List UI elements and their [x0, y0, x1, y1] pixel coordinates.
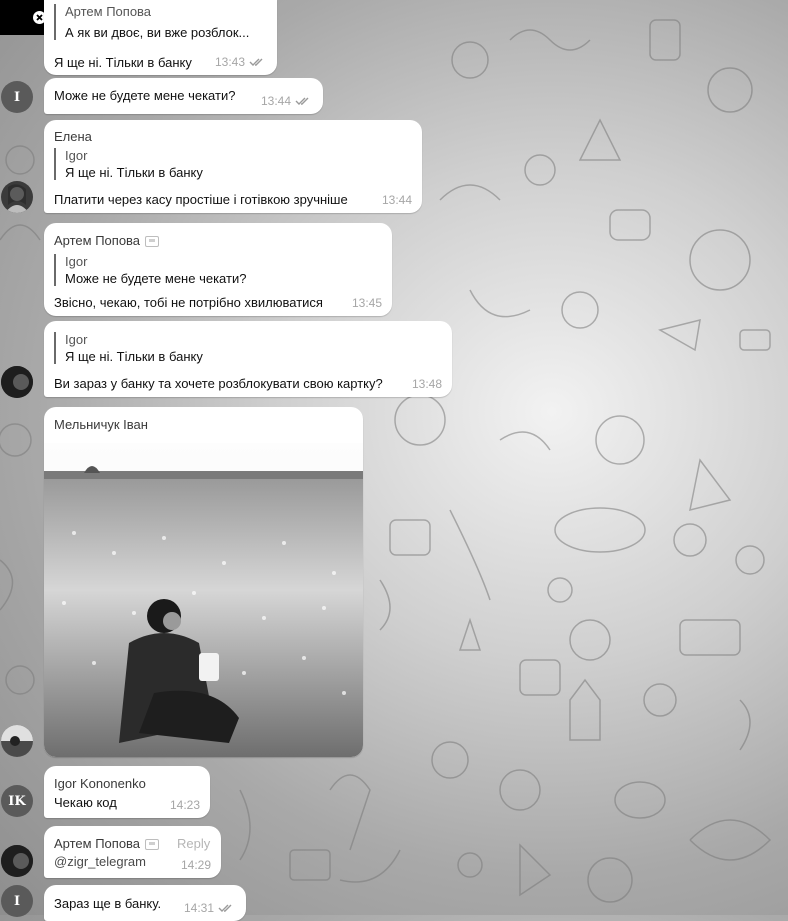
double-check-icon — [218, 904, 232, 912]
reply-author: Артем Попова — [65, 4, 152, 19]
reply-quote[interactable]: Igor Може не будете мене чекати? — [54, 254, 385, 286]
avatar-initial: IK — [8, 793, 26, 809]
message-bubble[interactable]: Igor Я ще ні. Тільки в банку Ви зараз у … — [44, 321, 452, 397]
message-time: 13:44 — [260, 94, 291, 108]
avatar[interactable] — [1, 845, 33, 877]
reply-text: А як ви двоє, ви вже розблок... — [65, 25, 250, 40]
message-time: 13:48 — [411, 377, 442, 391]
reply-quote[interactable]: Igor Я ще ні. Тільки в банку — [54, 148, 405, 180]
avatar-initial: I — [13, 89, 21, 105]
photo-message[interactable]: Мельничук Іван — [44, 407, 363, 757]
message-text: Звісно, чекаю, тобі не потрібно хвилюват… — [54, 295, 323, 310]
user-photo-icon — [1, 366, 33, 398]
message-text: Ви зараз у банку та хочете розблокувати … — [54, 376, 383, 391]
sender-name: Igor Kononenko — [54, 776, 146, 791]
message-time: 14:23 — [169, 798, 200, 812]
message-time: 13:43 — [214, 55, 245, 69]
reply-author: Igor — [65, 148, 88, 163]
message-bubble[interactable]: Елена Igor Я ще ні. Тільки в банку Плати… — [44, 120, 422, 213]
reply-author: Igor — [65, 254, 88, 269]
double-check-icon — [295, 97, 309, 105]
reply-text: Я ще ні. Тільки в банку — [65, 165, 203, 180]
avatar[interactable] — [1, 181, 33, 213]
reply-text: Може не будете мене чекати? — [65, 271, 247, 286]
message-bubble[interactable]: Артем Попова Reply @zigr_telegram 14:29 — [44, 826, 221, 878]
reply-author: Igor — [65, 332, 88, 347]
message-text: @zigr_telegram — [54, 854, 146, 869]
double-check-icon — [249, 58, 263, 66]
message-time: 14:29 — [180, 858, 211, 872]
avatar[interactable]: IK — [1, 785, 33, 817]
message-time: 13:45 — [351, 296, 382, 310]
sender-name: Елена — [54, 129, 92, 144]
reply-quote[interactable]: Igor Я ще ні. Тільки в банку — [54, 332, 445, 364]
reply-text: Я ще ні. Тільки в банку — [65, 349, 203, 364]
avatar[interactable] — [1, 725, 33, 757]
message-text: Я ще ні. Тільки в банку — [54, 55, 192, 70]
user-photo-icon — [1, 845, 33, 877]
message-text: Може не будете мене чекати? — [54, 88, 236, 103]
message-text: Зараз ще в банку. — [54, 896, 162, 911]
message-text: Чекаю код — [54, 795, 117, 810]
message-bubble[interactable]: Може не будете мене чекати? 13:44 — [44, 78, 323, 114]
user-photo-icon — [1, 725, 33, 757]
message-bubble[interactable]: Зараз ще в банку. 14:31 — [44, 885, 246, 921]
message-time: 13:44 — [381, 193, 412, 207]
sender-name: Артем Попова — [54, 836, 160, 851]
message-bubble[interactable]: Артем Попова А як ви двоє, ви вже розбло… — [44, 0, 277, 75]
reply-label[interactable]: Reply — [177, 836, 210, 851]
admin-badge-icon — [145, 839, 160, 851]
message-text: Платити через касу простіше і готівкою з… — [54, 192, 348, 207]
message-bubble[interactable]: Igor Kononenko Чекаю код 14:23 — [44, 766, 210, 818]
avatar-initial: I — [13, 893, 21, 909]
admin-badge-icon — [145, 236, 160, 248]
avatar[interactable]: I — [1, 885, 33, 917]
message-time: 14:31 — [183, 901, 214, 915]
sender-name: Мельничук Іван — [54, 417, 148, 432]
user-photo-icon — [5, 184, 29, 213]
reply-quote[interactable]: Артем Попова А як ви двоє, ви вже розбло… — [54, 4, 265, 40]
attached-photo[interactable] — [44, 443, 363, 757]
sender-name: Артем Попова — [54, 233, 160, 248]
avatar[interactable]: I — [1, 81, 33, 113]
message-bubble[interactable]: Артем Попова Igor Може не будете мене че… — [44, 223, 392, 316]
avatar[interactable] — [1, 366, 33, 398]
